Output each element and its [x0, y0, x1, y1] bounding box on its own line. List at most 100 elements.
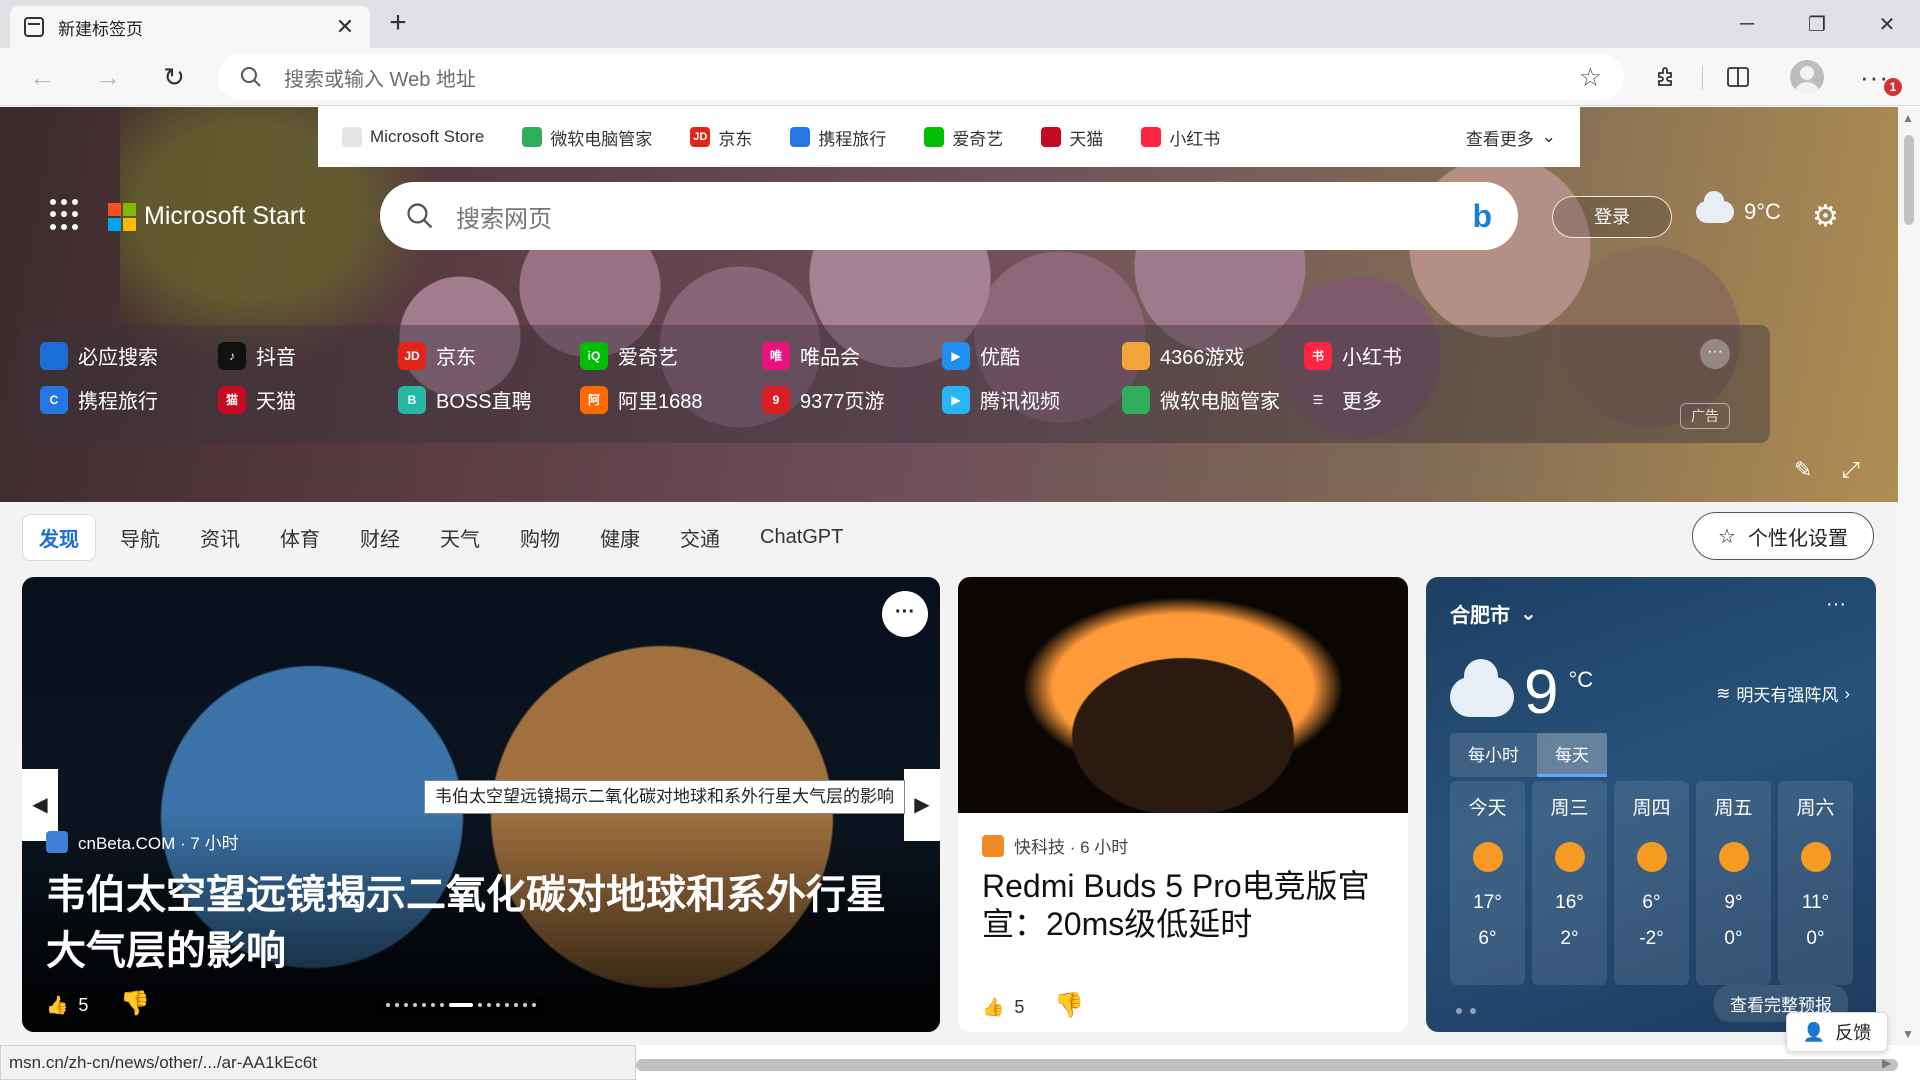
- quicklink-item[interactable]: 携程旅行: [790, 125, 886, 150]
- see-more-button[interactable]: 查看更多 ⌄: [1466, 125, 1556, 150]
- feedback-button[interactable]: 👤 反馈: [1786, 1012, 1888, 1052]
- scrollbar-thumb[interactable]: [1904, 135, 1914, 225]
- forward-button[interactable]: →: [86, 56, 130, 98]
- news-card[interactable]: 快科技 · 6 小时 Redmi Buds 5 Pro电竞版官宣：20ms级低延…: [958, 577, 1408, 1032]
- web-search-box[interactable]: 搜索网页 b: [380, 182, 1518, 250]
- feedback-icon: 👤: [1802, 1021, 1826, 1042]
- featured-news-card[interactable]: ··· ◀ ▶ 韦伯太空望远镜揭示二氧化碳对地球和系外行星大气层的影响 cnBe…: [22, 577, 940, 1032]
- top-site-item[interactable]: ♪ 抖音: [218, 341, 296, 370]
- close-window-button[interactable]: ✕: [1854, 0, 1920, 48]
- horizontal-scrollbar[interactable]: [636, 1059, 1898, 1071]
- browser-tab[interactable]: 新建标签页 ✕: [10, 6, 370, 48]
- feed-tab[interactable]: 资讯: [184, 515, 256, 560]
- source-logo-icon: [982, 834, 1004, 857]
- quicklink-item[interactable]: JD 京东: [690, 125, 752, 150]
- top-site-item[interactable]: C 携程旅行: [40, 385, 158, 414]
- quicklink-item[interactable]: Microsoft Store: [342, 127, 484, 147]
- tab-hourly[interactable]: 每小时: [1450, 733, 1537, 777]
- top-site-item[interactable]: 阿阿里1688: [580, 385, 703, 414]
- forecast-day[interactable]: 今天 17° 6°: [1450, 781, 1525, 985]
- feed-tab[interactable]: 健康: [584, 515, 656, 560]
- feed-tab[interactable]: 发现: [22, 514, 96, 561]
- weather-pager[interactable]: [1456, 1008, 1476, 1014]
- day-name: 周三: [1550, 798, 1589, 819]
- feed-tab[interactable]: ChatGPT: [744, 518, 859, 557]
- forecast-day[interactable]: 周三 16° 2°: [1532, 781, 1607, 985]
- top-site-item[interactable]: 书小红书: [1304, 341, 1402, 370]
- notification-badge: 1: [1884, 78, 1902, 96]
- top-site-item[interactable]: 微软电脑管家: [1122, 385, 1280, 414]
- feed-tab[interactable]: 购物: [504, 515, 576, 560]
- quicklink-item[interactable]: 爱奇艺: [924, 125, 1003, 150]
- feed-tab[interactable]: 体育: [264, 515, 336, 560]
- edit-background-icon[interactable]: ✎: [1794, 457, 1812, 483]
- brand-name: Microsoft Start: [144, 202, 306, 230]
- forecast-day[interactable]: 周五 9° 0°: [1696, 781, 1771, 985]
- close-tab-button[interactable]: ✕: [334, 14, 356, 40]
- personalize-button[interactable]: ☆ 个性化设置: [1692, 512, 1874, 560]
- minimize-button[interactable]: ─: [1714, 0, 1780, 48]
- split-screen-button[interactable]: [1716, 56, 1760, 98]
- quicklink-item[interactable]: 微软电脑管家: [522, 125, 652, 150]
- login-button[interactable]: 登录: [1552, 196, 1672, 238]
- top-site-label: 微软电脑管家: [1160, 391, 1280, 413]
- favorite-star-icon[interactable]: ☆: [1579, 62, 1602, 93]
- news-title[interactable]: Redmi Buds 5 Pro电竞版官宣：20ms级低延时: [982, 867, 1392, 943]
- like-count: 5: [1014, 997, 1025, 1017]
- top-site-item[interactable]: ☰ 更多: [1304, 385, 1382, 414]
- carousel-pager[interactable]: [376, 994, 546, 1016]
- like-button[interactable]: 👍 5: [982, 997, 1024, 1018]
- quick-links-bar: Microsoft Store 微软电脑管家 JD 京东 携程旅行 爱奇艺 天猫 小红书 查看更…: [318, 107, 1580, 167]
- top-site-item[interactable]: 唯唯品会: [762, 341, 860, 370]
- weather-alert[interactable]: ≋ 明天有强阵风 ›: [1716, 681, 1850, 706]
- feed-tab[interactable]: 导航: [104, 515, 176, 560]
- weather-card[interactable]: 合肥市 ⌄ ··· 9 °C ≋ 明天有强阵风 › 每小时 每天 今天 17° 6°…: [1426, 577, 1876, 1032]
- profile-avatar[interactable]: [1790, 60, 1824, 94]
- scroll-down-icon[interactable]: ▼: [1902, 1027, 1914, 1041]
- forecast-day[interactable]: 周四 6° -2°: [1614, 781, 1689, 985]
- top-site-item[interactable]: 猫天猫: [218, 385, 296, 414]
- new-tab-button[interactable]: +: [380, 8, 416, 42]
- tab-daily[interactable]: 每天: [1537, 733, 1607, 777]
- top-site-item[interactable]: B BOSS直聘: [398, 385, 532, 414]
- weather-more-button[interactable]: ···: [1826, 593, 1846, 616]
- news-feed: 发现 导航 资讯 体育 财经 天气 购物 健康 交通 ChatGPT ☆ 个性化设置 ··· ◀ …: [0, 502, 1898, 1045]
- like-button[interactable]: 👍 5: [46, 995, 88, 1016]
- top-site-item[interactable]: 9 9377页游: [762, 385, 885, 414]
- feed-tab[interactable]: 交通: [664, 515, 736, 560]
- featured-news-title[interactable]: 韦伯太空望远镜揭示二氧化碳对地球和系外行星大气层的影响: [46, 867, 916, 979]
- app-launcher-icon[interactable]: [50, 199, 82, 231]
- sites-more-options-button[interactable]: ···: [1700, 339, 1730, 369]
- card-more-button[interactable]: ···: [882, 591, 928, 637]
- weather-city[interactable]: 合肥市 ⌄: [1450, 599, 1537, 628]
- top-site-item[interactable]: 必应搜索: [40, 341, 158, 370]
- thumbs-down-icon[interactable]: 👎: [1054, 991, 1084, 1020]
- back-button[interactable]: ←: [20, 56, 64, 98]
- top-site-item[interactable]: JD 京东: [398, 341, 476, 370]
- forecast-day[interactable]: 周六 11° 0°: [1778, 781, 1853, 985]
- top-site-item[interactable]: 4366游戏: [1122, 341, 1245, 370]
- bing-icon[interactable]: b: [1472, 198, 1492, 235]
- gear-icon[interactable]: ⚙: [1812, 199, 1839, 234]
- quicklink-item[interactable]: 小红书: [1141, 125, 1220, 150]
- top-site-item[interactable]: ▶ 腾讯视频: [942, 385, 1060, 414]
- top-site-label: 爱奇艺: [618, 347, 678, 369]
- scroll-up-icon[interactable]: ▲: [1902, 111, 1914, 125]
- address-bar[interactable]: 搜索或输入 Web 地址 ☆: [218, 54, 1624, 100]
- top-site-item[interactable]: ▶ 优酷: [942, 341, 1020, 370]
- extensions-button[interactable]: [1644, 56, 1688, 98]
- top-site-icon: ▶: [942, 341, 970, 370]
- thumbs-down-icon[interactable]: 👎: [120, 989, 150, 1018]
- expand-icon[interactable]: ⤢: [1842, 457, 1860, 483]
- microsoft-start-logo[interactable]: Microsoft Start: [108, 202, 305, 231]
- next-arrow-button[interactable]: ▶: [904, 769, 940, 841]
- quicklink-item[interactable]: 天猫: [1041, 125, 1103, 150]
- header-weather[interactable]: 9°C: [1696, 191, 1781, 225]
- top-site-item[interactable]: iQ 爱奇艺: [580, 341, 678, 370]
- restore-button[interactable]: ❐: [1784, 0, 1850, 48]
- refresh-button[interactable]: ↻: [152, 56, 196, 98]
- vertical-scrollbar[interactable]: ▲ ▼: [1898, 107, 1920, 1045]
- scroll-right-icon[interactable]: ▶: [1882, 1056, 1891, 1070]
- feed-tab[interactable]: 天气: [424, 515, 496, 560]
- feed-tab[interactable]: 财经: [344, 515, 416, 560]
